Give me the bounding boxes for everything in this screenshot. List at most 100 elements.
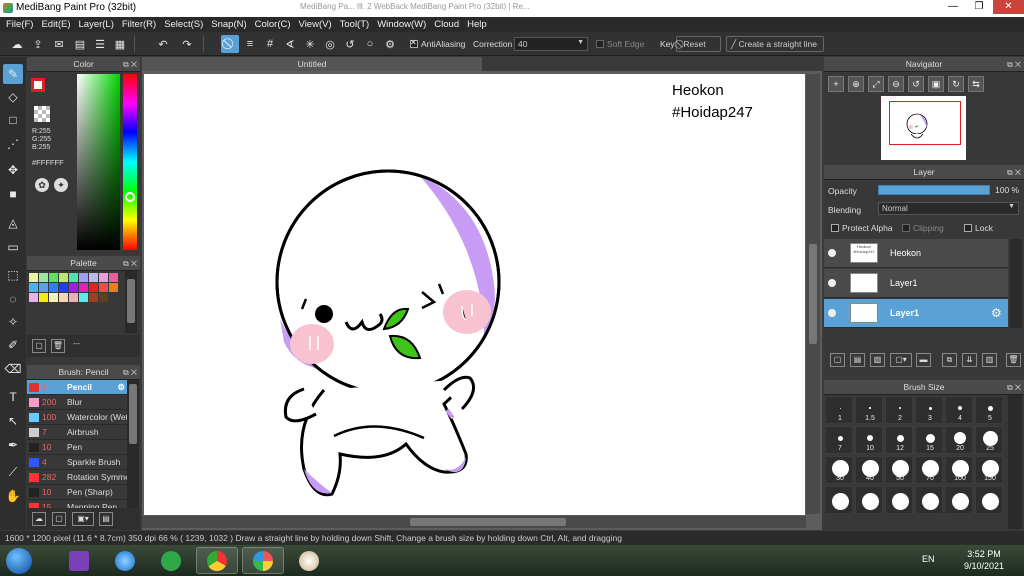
brush-size-cell[interactable]: 3 bbox=[915, 396, 943, 424]
visual-studio-taskbar-icon[interactable] bbox=[58, 547, 100, 574]
radial-snap-icon[interactable]: ✳ bbox=[301, 35, 319, 53]
zoom-in-magnifier-icon[interactable]: ⊕ bbox=[848, 76, 864, 92]
snap-off-icon[interactable]: ⃠ bbox=[221, 35, 239, 53]
brush-size-scrollbar[interactable] bbox=[1008, 395, 1022, 529]
layer-visibility-icon[interactable] bbox=[828, 249, 836, 257]
brush-size-cell[interactable] bbox=[915, 486, 943, 514]
layer-row-selected[interactable]: Layer1 ⚙ bbox=[824, 299, 1008, 328]
clipping-checkbox[interactable] bbox=[902, 224, 910, 232]
start-button[interactable] bbox=[6, 548, 32, 574]
bucket-tool-icon[interactable]: ◬ bbox=[3, 213, 23, 233]
menu-snap[interactable]: Snap(N) bbox=[209, 17, 252, 32]
medibang-taskbar-icon[interactable] bbox=[242, 547, 284, 574]
menu-layer[interactable]: Layer(L) bbox=[77, 17, 120, 32]
palette-swatch[interactable] bbox=[49, 283, 58, 292]
add-palette-icon[interactable]: ▢ bbox=[32, 339, 46, 353]
brush-size-cell[interactable]: 5 bbox=[975, 396, 1003, 424]
brush-scrollbar[interactable] bbox=[127, 380, 139, 508]
brush-item[interactable]: 10 Pen bbox=[27, 440, 127, 455]
brush-add-menu-icon[interactable]: ▣▾ bbox=[72, 512, 94, 526]
panel-float-close-icon[interactable]: ⧉ ✕ bbox=[1007, 57, 1021, 72]
palette-swatch[interactable] bbox=[69, 293, 78, 302]
document-icon[interactable]: ▤ bbox=[71, 35, 89, 53]
palette-swatch[interactable] bbox=[49, 273, 58, 282]
hue-slider-handle[interactable] bbox=[125, 192, 135, 202]
brush-size-cell[interactable]: 10 bbox=[855, 426, 883, 454]
comment-icon[interactable]: ✉ bbox=[50, 35, 68, 53]
add-layer-menu-icon[interactable]: ▢▾ bbox=[890, 353, 912, 367]
divide-tool-icon[interactable]: ⟋ bbox=[3, 462, 23, 482]
share-icon[interactable]: ⇪ bbox=[29, 35, 47, 53]
palette-swatch[interactable] bbox=[39, 273, 48, 282]
cloud-brush-icon[interactable]: ☁ bbox=[32, 512, 46, 526]
brush-size-cell[interactable]: 1 bbox=[825, 396, 853, 424]
brush-item[interactable]: 100 Watercolor (Wet) bbox=[27, 410, 127, 425]
brush-size-cell[interactable]: 50 bbox=[885, 456, 913, 484]
document-tab[interactable]: Untitled bbox=[142, 57, 482, 71]
settings-list-icon[interactable]: ▦ bbox=[111, 35, 129, 53]
menu-edit[interactable]: Edit(E) bbox=[39, 17, 76, 32]
brush-settings-gear-icon[interactable]: ⚙ bbox=[117, 380, 125, 394]
palette-swatch[interactable] bbox=[79, 283, 88, 292]
flip-icon[interactable]: ⇆ bbox=[968, 76, 984, 92]
internet-explorer-taskbar-icon[interactable] bbox=[104, 547, 146, 574]
snap-settings-icon[interactable]: ⚙ bbox=[381, 35, 399, 53]
brush-size-cell[interactable] bbox=[855, 486, 883, 514]
layer-properties-icon[interactable]: ▥ bbox=[982, 353, 997, 367]
brush-size-cell[interactable]: 20 bbox=[945, 426, 973, 454]
duplicate-layer-icon[interactable]: ⧉ bbox=[942, 353, 957, 367]
redo-icon[interactable]: ↷ bbox=[178, 35, 196, 53]
operation-tool-icon[interactable]: ↖ bbox=[3, 411, 23, 431]
palette-swatch[interactable] bbox=[99, 283, 108, 292]
maximize-button[interactable]: ❐ bbox=[966, 0, 992, 14]
navigator-thumbnail[interactable] bbox=[881, 96, 966, 160]
brush-size-cell[interactable]: 70 bbox=[915, 456, 943, 484]
select-tool-icon[interactable]: ⬚ bbox=[3, 265, 23, 285]
lock-checkbox[interactable] bbox=[964, 224, 972, 232]
correction-select[interactable]: 40 ▼ bbox=[514, 37, 588, 51]
cloud-icon[interactable]: ☁ bbox=[8, 35, 26, 53]
delete-palette-icon[interactable]: 🗑 bbox=[51, 339, 65, 353]
brush-item[interactable]: 282 Rotation Symmetry bbox=[27, 470, 127, 485]
language-indicator[interactable]: EN bbox=[922, 554, 935, 564]
brush-item[interactable]: 4 Sparkle Brush bbox=[27, 455, 127, 470]
protect-alpha-checkbox[interactable] bbox=[831, 224, 839, 232]
menu-help[interactable]: Help bbox=[465, 17, 493, 32]
palette-swatch[interactable] bbox=[29, 293, 38, 302]
minimize-button[interactable]: — bbox=[940, 0, 966, 14]
parallel-snap-icon[interactable]: ≡ bbox=[241, 35, 259, 53]
palette-swatch[interactable] bbox=[109, 293, 118, 302]
menu-select[interactable]: Select(S) bbox=[162, 17, 209, 32]
text-tool-icon[interactable]: T bbox=[3, 387, 23, 407]
palette-swatch[interactable] bbox=[89, 283, 98, 292]
gradient-tool-icon[interactable]: ▭ bbox=[3, 237, 23, 257]
rotate-right-icon[interactable]: ↻ bbox=[948, 76, 964, 92]
palette-swatch[interactable] bbox=[109, 283, 118, 292]
layer-scrollbar[interactable] bbox=[1010, 239, 1022, 328]
layer-list-icon[interactable]: ☰ bbox=[91, 35, 109, 53]
panel-float-close-icon[interactable]: ⧉ ✕ bbox=[1007, 165, 1021, 180]
menu-view[interactable]: View(V) bbox=[297, 17, 338, 32]
canvas-horizontal-scrollbar[interactable] bbox=[142, 516, 806, 528]
brush-item[interactable]: 200 Blur bbox=[27, 395, 127, 410]
add-brush-icon[interactable]: ▢ bbox=[52, 512, 66, 526]
brush-size-cell[interactable]: 1.5 bbox=[855, 396, 883, 424]
game-taskbar-icon[interactable] bbox=[150, 547, 192, 574]
palette-swatch[interactable] bbox=[39, 293, 48, 302]
select-eraser-icon[interactable]: ⌫ bbox=[3, 359, 23, 379]
color-picker-icon[interactable]: ✦ bbox=[54, 178, 68, 192]
new-layer-icon[interactable]: ▢ bbox=[830, 353, 845, 367]
magic-wand-icon[interactable]: ✧ bbox=[3, 312, 23, 332]
panel-float-close-icon[interactable]: ⧉ ✕ bbox=[123, 57, 137, 72]
brush-size-cell[interactable]: 15 bbox=[915, 426, 943, 454]
undo-icon[interactable]: ↶ bbox=[154, 35, 172, 53]
brush-size-cell[interactable]: 4 bbox=[945, 396, 973, 424]
palette-swatch[interactable] bbox=[59, 283, 68, 292]
rotate-left-icon[interactable]: ↺ bbox=[908, 76, 924, 92]
brush-settings-icon[interactable]: ▤ bbox=[99, 512, 113, 526]
palette-swatch[interactable] bbox=[59, 293, 68, 302]
soft-edge-checkbox[interactable] bbox=[596, 40, 604, 48]
brush-size-cell[interactable]: 150 bbox=[975, 456, 1003, 484]
menu-color[interactable]: Color(C) bbox=[253, 17, 297, 32]
brush-item[interactable]: 7 Airbrush bbox=[27, 425, 127, 440]
